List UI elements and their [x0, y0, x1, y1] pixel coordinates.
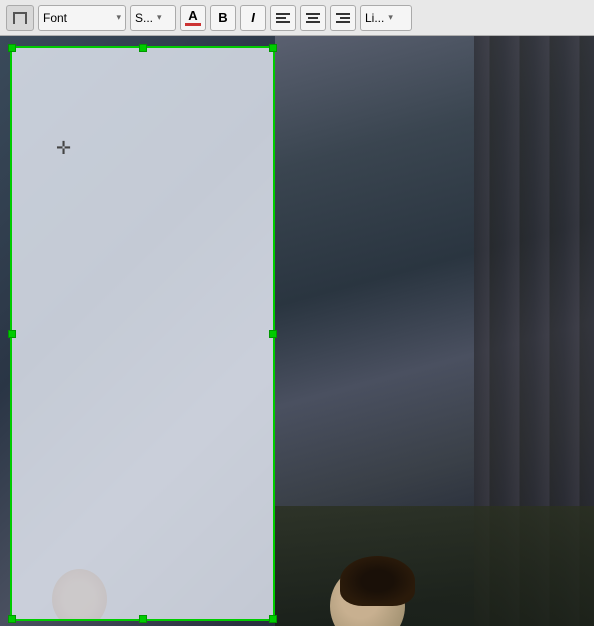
bold-label: B [218, 10, 227, 25]
handle-top-center[interactable] [139, 44, 147, 52]
canvas-area: ✛ [0, 36, 594, 626]
handle-middle-left[interactable] [8, 330, 16, 338]
color-bar [185, 23, 201, 26]
handle-bottom-left[interactable] [8, 615, 16, 623]
size-selector[interactable]: S... ▾ [130, 5, 176, 31]
text-tool-button[interactable] [6, 5, 34, 31]
size-arrow: ▾ [157, 12, 162, 23]
color-indicator: A [185, 9, 201, 26]
faded-image-overlay [12, 48, 273, 619]
font-arrow: ▾ [116, 12, 121, 23]
italic-button[interactable]: I [240, 5, 266, 31]
bold-button[interactable]: B [210, 5, 236, 31]
line-label: Li... [365, 11, 384, 25]
photo-right-panel [275, 36, 594, 626]
align-center-button[interactable] [300, 5, 326, 31]
boy-head [330, 566, 405, 626]
toolbar: Font ▾ S... ▾ A B I [0, 0, 594, 36]
handle-bottom-right[interactable] [269, 615, 277, 623]
handle-bottom-center[interactable] [139, 615, 147, 623]
font-selector[interactable]: Font ▾ [38, 5, 126, 31]
line-height-selector[interactable]: Li... ▾ [360, 5, 412, 31]
align-left-button[interactable] [270, 5, 296, 31]
handle-top-left[interactable] [8, 44, 16, 52]
color-button[interactable]: A [180, 5, 206, 31]
font-label: Font [43, 11, 67, 25]
handle-middle-right[interactable] [269, 330, 277, 338]
boy-hair [340, 556, 415, 606]
handle-top-right[interactable] [269, 44, 277, 52]
italic-label: I [251, 10, 255, 25]
selected-text-box[interactable]: ✛ [10, 46, 275, 621]
ground-area [275, 506, 594, 626]
line-arrow: ▾ [388, 12, 393, 23]
move-cursor-icon: ✛ [56, 138, 71, 159]
color-letter: A [188, 9, 197, 22]
girl-head [52, 569, 107, 619]
align-right-button[interactable] [330, 5, 356, 31]
size-label: S... [135, 11, 153, 25]
